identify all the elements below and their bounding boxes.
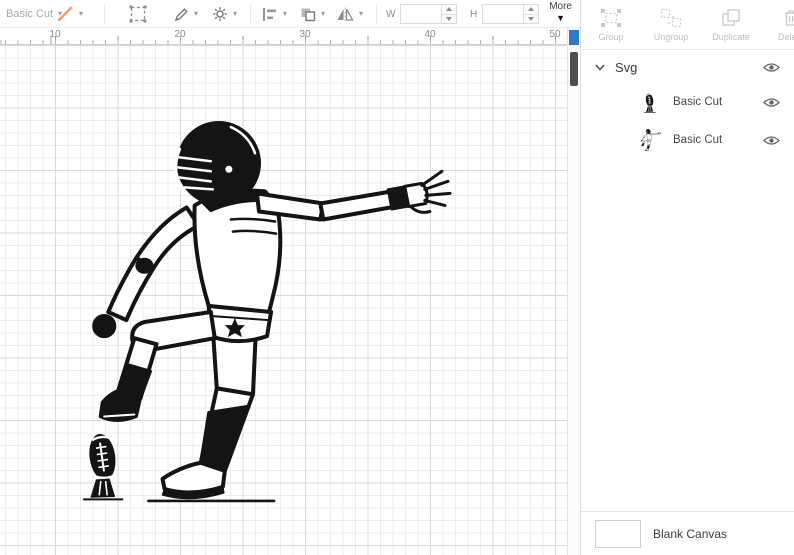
horizontal-ruler: 10 20 30 40 50 [0, 28, 567, 45]
width-step-down-button[interactable] [442, 14, 456, 24]
layers-panel: Group Ungroup Duplicate [580, 0, 794, 555]
scrollbar-thumb[interactable] [570, 52, 578, 86]
blank-canvas-label: Blank Canvas [653, 527, 727, 541]
linetype-dropdown[interactable]: Basic Cut ▾ [6, 0, 62, 28]
chevron-down-icon: ▾ [359, 10, 363, 18]
football-on-tee-artwork[interactable] [80, 427, 128, 503]
width-control: W [386, 0, 457, 28]
height-step-down-button[interactable] [524, 14, 538, 24]
more-button[interactable]: More ▼ [549, 0, 572, 28]
layer-actions-bar: Group Ungroup Duplicate [581, 0, 794, 50]
settings-dropdown[interactable]: ▾ [212, 0, 237, 28]
height-control: H [470, 0, 539, 28]
canvas-color-swatch[interactable] [595, 520, 641, 548]
flip-dropdown[interactable]: ▾ [336, 0, 363, 28]
group-button[interactable]: Group [581, 0, 641, 49]
duplicate-button[interactable]: Duplicate [701, 0, 761, 49]
chevron-down-icon: ▾ [233, 10, 237, 18]
width-stepper [442, 4, 457, 24]
height-step-up-button[interactable] [524, 5, 538, 14]
triangle-down-icon [528, 17, 534, 21]
eye-icon [763, 62, 780, 73]
align-dropdown[interactable]: ▾ [262, 0, 287, 28]
arrange-dropdown[interactable]: ▾ [300, 0, 325, 28]
toolbar-separator [104, 5, 105, 23]
design-canvas[interactable] [0, 45, 567, 555]
design-app: Basic Cut ▾ ▾ [0, 0, 794, 555]
width-step-up-button[interactable] [442, 5, 456, 14]
triangle-up-icon [528, 7, 534, 11]
scrollbar-top-button[interactable] [569, 30, 579, 45]
chevron-down-icon: ▾ [321, 10, 325, 18]
canvas-vertical-scrollbar[interactable] [567, 28, 580, 555]
more-label: More [549, 1, 572, 12]
layer-group-svg[interactable]: Svg [581, 54, 794, 80]
chevron-down-icon: ▾ [79, 10, 83, 18]
width-input[interactable] [400, 4, 442, 24]
pen-icon [174, 7, 189, 22]
caret-down-icon: ▼ [556, 14, 565, 23]
group-name: Svg [615, 60, 637, 75]
chevron-down-icon: ▾ [283, 10, 287, 18]
ruler-minor-ticks [0, 40, 567, 44]
layer-label: Basic Cut [673, 96, 722, 108]
marquee-select-icon [128, 4, 148, 24]
triangle-up-icon [446, 7, 452, 11]
canvas-column: Basic Cut ▾ ▾ [0, 0, 580, 555]
eye-icon [763, 97, 780, 108]
ungroup-icon [660, 8, 682, 28]
toolbar-separator [250, 5, 251, 23]
group-icon [600, 8, 622, 28]
flip-icon [336, 7, 354, 22]
select-tool-button[interactable] [128, 0, 148, 28]
align-icon [262, 7, 278, 22]
layer-label: Basic Cut [673, 134, 722, 146]
arrange-layers-icon [300, 7, 316, 22]
delete-label: Delete [778, 32, 794, 42]
line-color-icon [56, 5, 74, 23]
chevron-down-icon[interactable] [595, 64, 605, 71]
width-label: W [386, 9, 395, 20]
triangle-down-icon [446, 17, 452, 21]
chevron-down-icon: ▾ [194, 10, 198, 18]
gear-icon [212, 6, 228, 22]
player-icon [637, 129, 663, 151]
height-stepper [524, 4, 539, 24]
height-input[interactable] [482, 4, 524, 24]
layer-row-player[interactable]: Basic Cut [581, 122, 794, 158]
edit-toolbar: Basic Cut ▾ ▾ [0, 0, 580, 28]
toolbar-separator [376, 5, 377, 23]
eye-icon [763, 135, 780, 146]
group-label: Group [598, 32, 623, 42]
delete-button[interactable]: Delete [761, 0, 794, 49]
layer-row-football[interactable]: Basic Cut [581, 84, 794, 120]
visibility-toggle[interactable] [763, 135, 780, 146]
linetype-label: Basic Cut [6, 8, 53, 20]
ungroup-label: Ungroup [654, 32, 689, 42]
ungroup-button[interactable]: Ungroup [641, 0, 701, 49]
football-icon [637, 92, 663, 113]
height-label: H [470, 9, 477, 20]
blank-canvas-row[interactable]: Blank Canvas [581, 511, 794, 555]
visibility-toggle[interactable] [763, 97, 780, 108]
duplicate-icon [720, 8, 742, 28]
linetype-color-button[interactable]: ▾ [56, 0, 83, 28]
edit-tool-dropdown[interactable]: ▾ [174, 0, 198, 28]
duplicate-label: Duplicate [712, 32, 750, 42]
visibility-toggle[interactable] [763, 62, 780, 73]
trash-icon [780, 8, 794, 28]
